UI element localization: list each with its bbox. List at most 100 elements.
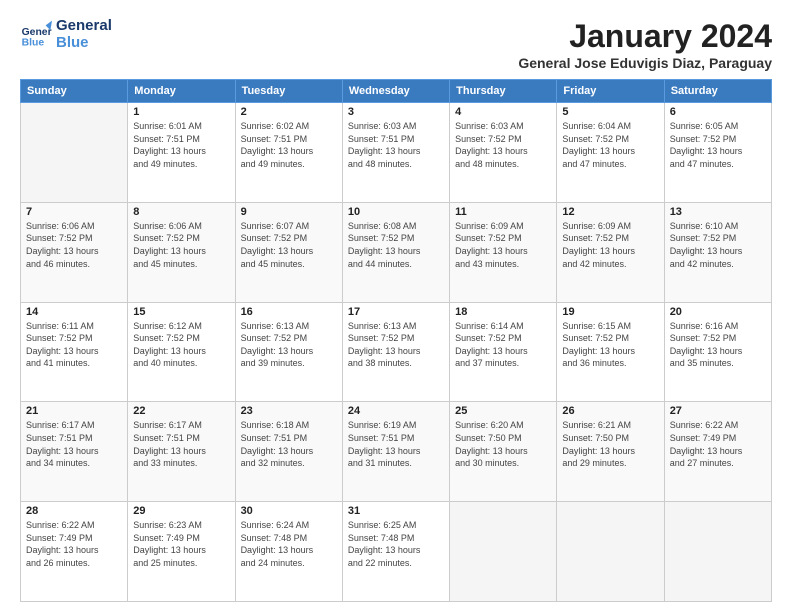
day-info: Sunrise: 6:14 AMSunset: 7:52 PMDaylight:…	[455, 320, 551, 370]
day-number: 21	[26, 405, 122, 417]
week-row-1: 1 Sunrise: 6:01 AMSunset: 7:51 PMDaylight…	[21, 103, 772, 203]
day-cell: 17Sunrise: 6:13 AMSunset: 7:52 PMDayligh…	[342, 302, 449, 402]
day-cell: 14 Sunrise: 6:11 AMSunset: 7:52 PMDayligh…	[21, 302, 128, 402]
day-info: Sunrise: 6:02 AMSunset: 7:51 PMDaylight:…	[241, 120, 337, 170]
header-cell-saturday: Saturday	[664, 80, 771, 103]
day-number: 26	[562, 405, 658, 417]
page: General Blue General Blue January 2024 G…	[0, 0, 792, 612]
day-number: 29	[133, 505, 229, 517]
day-info: Sunrise: 6:13 AMSunset: 7:52 PMDaylight:…	[348, 320, 444, 370]
day-info: Sunrise: 6:18 AMSunset: 7:51 PMDaylight:…	[241, 419, 337, 469]
subtitle: General Jose Eduvigis Diaz, Paraguay	[518, 55, 772, 71]
day-cell: 2 Sunrise: 6:02 AMSunset: 7:51 PMDaylight…	[235, 103, 342, 203]
day-number: 16	[241, 306, 337, 318]
day-info: Sunrise: 6:19 AMSunset: 7:51 PMDaylight:…	[348, 419, 444, 469]
day-info: Sunrise: 6:25 AMSunset: 7:48 PMDaylight:…	[348, 519, 444, 569]
day-cell: 10 Sunrise: 6:08 AMSunset: 7:52 PMDayligh…	[342, 202, 449, 302]
day-info: Sunrise: 6:09 AMSunset: 7:52 PMDaylight:…	[562, 220, 658, 270]
day-number: 19	[562, 306, 658, 318]
day-cell: 4 Sunrise: 6:03 AMSunset: 7:52 PMDaylight…	[450, 103, 557, 203]
day-info: Sunrise: 6:22 AMSunset: 7:49 PMDaylight:…	[670, 419, 766, 469]
day-cell: 26 Sunrise: 6:21 AMSunset: 7:50 PMDayligh…	[557, 402, 664, 502]
day-number: 13	[670, 206, 766, 218]
week-row-4: 21 Sunrise: 6:17 AMSunset: 7:51 PMDayligh…	[21, 402, 772, 502]
day-info: Sunrise: 6:24 AMSunset: 7:48 PMDaylight:…	[241, 519, 337, 569]
header-cell-thursday: Thursday	[450, 80, 557, 103]
day-number: 31	[348, 505, 444, 517]
day-info: Sunrise: 6:20 AMSunset: 7:50 PMDaylight:…	[455, 419, 551, 469]
month-title: January 2024	[518, 18, 772, 55]
day-info: Sunrise: 6:08 AMSunset: 7:52 PMDaylight:…	[348, 220, 444, 270]
day-number: 20	[670, 306, 766, 318]
day-cell: 8 Sunrise: 6:06 AMSunset: 7:52 PMDaylight…	[128, 202, 235, 302]
week-row-5: 28 Sunrise: 6:22 AMSunset: 7:49 PMDayligh…	[21, 502, 772, 602]
day-cell: 19Sunrise: 6:15 AMSunset: 7:52 PMDayligh…	[557, 302, 664, 402]
week-row-2: 7 Sunrise: 6:06 AMSunset: 7:52 PMDaylight…	[21, 202, 772, 302]
day-info: Sunrise: 6:03 AMSunset: 7:52 PMDaylight:…	[455, 120, 551, 170]
day-cell	[21, 103, 128, 203]
day-cell: 29Sunrise: 6:23 AMSunset: 7:49 PMDayligh…	[128, 502, 235, 602]
week-row-3: 14 Sunrise: 6:11 AMSunset: 7:52 PMDayligh…	[21, 302, 772, 402]
day-cell: 5Sunrise: 6:04 AMSunset: 7:52 PMDaylight…	[557, 103, 664, 203]
day-cell: 3Sunrise: 6:03 AMSunset: 7:51 PMDaylight…	[342, 103, 449, 203]
logo-icon: General Blue	[20, 19, 52, 51]
day-cell: 9Sunrise: 6:07 AMSunset: 7:52 PMDaylight…	[235, 202, 342, 302]
day-info: Sunrise: 6:10 AMSunset: 7:52 PMDaylight:…	[670, 220, 766, 270]
day-number: 30	[241, 505, 337, 517]
day-number: 11	[455, 206, 551, 218]
day-cell: 20 Sunrise: 6:16 AMSunset: 7:52 PMDayligh…	[664, 302, 771, 402]
day-info: Sunrise: 6:13 AMSunset: 7:52 PMDaylight:…	[241, 320, 337, 370]
day-cell: 31 Sunrise: 6:25 AMSunset: 7:48 PMDayligh…	[342, 502, 449, 602]
logo-general: General	[56, 17, 112, 34]
day-cell: 15Sunrise: 6:12 AMSunset: 7:52 PMDayligh…	[128, 302, 235, 402]
day-number: 28	[26, 505, 122, 517]
day-cell: 18 Sunrise: 6:14 AMSunset: 7:52 PMDayligh…	[450, 302, 557, 402]
day-cell: 11 Sunrise: 6:09 AMSunset: 7:52 PMDayligh…	[450, 202, 557, 302]
day-cell: 22Sunrise: 6:17 AMSunset: 7:51 PMDayligh…	[128, 402, 235, 502]
day-cell: 27 Sunrise: 6:22 AMSunset: 7:49 PMDayligh…	[664, 402, 771, 502]
header-cell-sunday: Sunday	[21, 80, 128, 103]
day-number: 18	[455, 306, 551, 318]
day-number: 1	[133, 106, 229, 118]
day-cell: 7Sunrise: 6:06 AMSunset: 7:52 PMDaylight…	[21, 202, 128, 302]
day-cell: 23Sunrise: 6:18 AMSunset: 7:51 PMDayligh…	[235, 402, 342, 502]
day-info: Sunrise: 6:22 AMSunset: 7:49 PMDaylight:…	[26, 519, 122, 569]
header: General Blue General Blue January 2024 G…	[20, 18, 772, 71]
day-info: Sunrise: 6:05 AMSunset: 7:52 PMDaylight:…	[670, 120, 766, 170]
day-number: 4	[455, 106, 551, 118]
day-cell: 16 Sunrise: 6:13 AMSunset: 7:52 PMDayligh…	[235, 302, 342, 402]
day-cell: 6Sunrise: 6:05 AMSunset: 7:52 PMDaylight…	[664, 103, 771, 203]
day-info: Sunrise: 6:11 AMSunset: 7:52 PMDaylight:…	[26, 320, 122, 370]
day-number: 2	[241, 106, 337, 118]
day-number: 22	[133, 405, 229, 417]
day-cell: 1 Sunrise: 6:01 AMSunset: 7:51 PMDaylight…	[128, 103, 235, 203]
day-cell: 13 Sunrise: 6:10 AMSunset: 7:52 PMDayligh…	[664, 202, 771, 302]
day-cell: 24Sunrise: 6:19 AMSunset: 7:51 PMDayligh…	[342, 402, 449, 502]
day-cell: 25 Sunrise: 6:20 AMSunset: 7:50 PMDayligh…	[450, 402, 557, 502]
day-number: 8	[133, 206, 229, 218]
day-info: Sunrise: 6:06 AMSunset: 7:52 PMDaylight:…	[133, 220, 229, 270]
day-number: 25	[455, 405, 551, 417]
day-number: 7	[26, 206, 122, 218]
day-cell: 12Sunrise: 6:09 AMSunset: 7:52 PMDayligh…	[557, 202, 664, 302]
day-info: Sunrise: 6:21 AMSunset: 7:50 PMDaylight:…	[562, 419, 658, 469]
day-info: Sunrise: 6:01 AMSunset: 7:51 PMDaylight:…	[133, 120, 229, 170]
logo-blue: Blue	[56, 34, 89, 51]
day-info: Sunrise: 6:09 AMSunset: 7:52 PMDaylight:…	[455, 220, 551, 270]
day-info: Sunrise: 6:17 AMSunset: 7:51 PMDaylight:…	[26, 419, 122, 469]
day-number: 10	[348, 206, 444, 218]
svg-text:Blue: Blue	[22, 37, 45, 48]
day-number: 14	[26, 306, 122, 318]
header-cell-monday: Monday	[128, 80, 235, 103]
header-cell-friday: Friday	[557, 80, 664, 103]
day-cell	[557, 502, 664, 602]
day-number: 27	[670, 405, 766, 417]
day-info: Sunrise: 6:16 AMSunset: 7:52 PMDaylight:…	[670, 320, 766, 370]
day-cell: 30 Sunrise: 6:24 AMSunset: 7:48 PMDayligh…	[235, 502, 342, 602]
day-cell: 28 Sunrise: 6:22 AMSunset: 7:49 PMDayligh…	[21, 502, 128, 602]
day-number: 15	[133, 306, 229, 318]
day-cell	[450, 502, 557, 602]
header-cell-wednesday: Wednesday	[342, 80, 449, 103]
logo: General Blue General Blue	[20, 18, 112, 51]
svg-text:General: General	[22, 27, 52, 38]
